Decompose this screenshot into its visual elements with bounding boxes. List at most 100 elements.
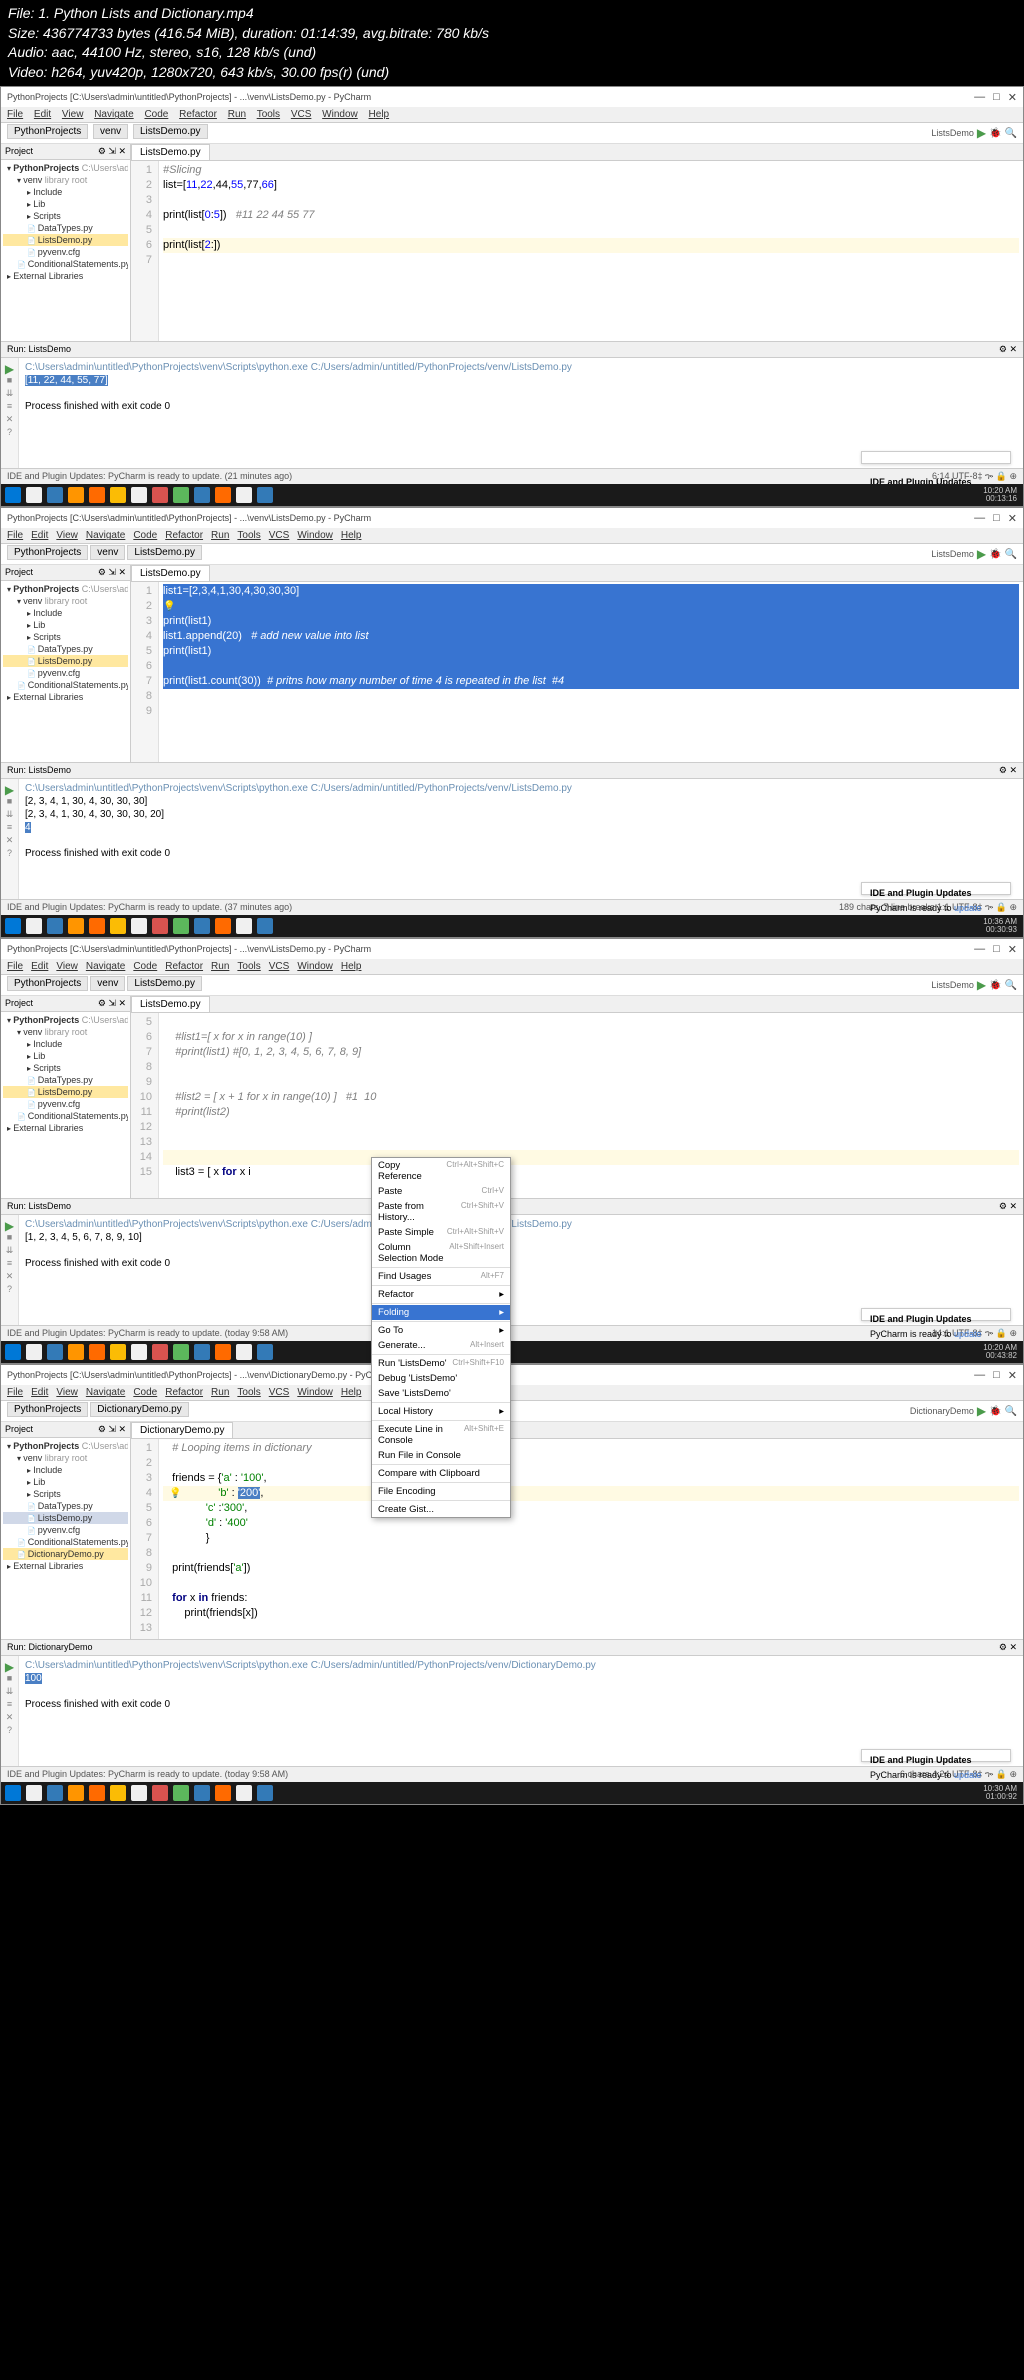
firefox-icon[interactable] xyxy=(68,487,84,503)
tree-venv[interactable]: venv library root xyxy=(3,174,128,186)
ctx-column-selection[interactable]: Column Selection ModeAlt+Shift+Insert xyxy=(372,1240,510,1266)
project-tree[interactable]: PythonProjects C:\Users\admin\untitled\P… xyxy=(1,160,130,284)
ctx-goto[interactable]: Go To▸ xyxy=(372,1323,510,1338)
search-icon[interactable]: 🔍 xyxy=(1005,128,1017,139)
window-title: PythonProjects [C:\Users\admin\untitled\… xyxy=(7,92,371,102)
app-icon-3[interactable] xyxy=(236,487,252,503)
edge-icon[interactable] xyxy=(47,487,63,503)
tree-listsdemo[interactable]: ListsDemo.py xyxy=(3,234,128,246)
ctx-paste[interactable]: PasteCtrl+V xyxy=(372,1184,510,1199)
menu-window[interactable]: Window xyxy=(322,109,358,120)
ctx-execute-line[interactable]: Execute Line in ConsoleAlt+Shift+E xyxy=(372,1422,510,1448)
intention-bulb-icon[interactable]: 💡 xyxy=(169,1488,181,1499)
menu-run[interactable]: Run xyxy=(228,109,246,120)
meta-file: File: 1. Python Lists and Dictionary.mp4 xyxy=(8,4,1016,24)
ctx-debug[interactable]: Debug 'ListsDemo' xyxy=(372,1371,510,1386)
window-controls: — □ ✕ xyxy=(974,91,1017,104)
menu-view[interactable]: View xyxy=(62,109,84,120)
word-icon[interactable] xyxy=(194,487,210,503)
project-label: Project xyxy=(5,146,33,157)
tree-include[interactable]: Include xyxy=(3,186,128,198)
taskbar: 10:20 AM00:13:16 xyxy=(1,484,1023,506)
ctx-folding[interactable]: Folding▸ xyxy=(372,1305,510,1320)
close-icon[interactable]: ✕ xyxy=(1008,91,1017,104)
folder-icon[interactable] xyxy=(131,487,147,503)
ctx-paste-simple[interactable]: Paste SimpleCtrl+Alt+Shift+V xyxy=(372,1225,510,1240)
run-button[interactable]: ▶ xyxy=(977,126,986,140)
code-lines-2[interactable]: list1=[2,3,4,1,30,4,30,30,30] 💡 print(li… xyxy=(159,582,1023,762)
run-toolbar: ListsDemo ▶ 🐞 🔍 xyxy=(931,126,1017,140)
ctx-compare-clipboard[interactable]: Compare with Clipboard xyxy=(372,1466,510,1481)
ctx-create-gist[interactable]: Create Gist... xyxy=(372,1502,510,1517)
run-config-selector[interactable]: ListsDemo xyxy=(931,128,974,138)
code-lines[interactable]: #Slicing list=[11,22,44,55,77,66] print(… xyxy=(159,161,1023,341)
console-output[interactable]: C:\Users\admin\untitled\PythonProjects\v… xyxy=(19,358,1023,468)
ctx-paste-history[interactable]: Paste from History...Ctrl+Shift+V xyxy=(372,1199,510,1225)
crumb-file[interactable]: ListsDemo.py xyxy=(133,124,208,139)
screenshot-1: PythonProjects [C:\Users\admin\untitled\… xyxy=(0,86,1024,507)
console-exit: Process finished with exit code 0 xyxy=(25,401,1017,414)
app-icon-2[interactable] xyxy=(152,487,168,503)
stop-icon[interactable]: ■ xyxy=(3,375,16,388)
excel-icon[interactable] xyxy=(173,487,189,503)
ctx-find-usages[interactable]: Find UsagesAlt+F7 xyxy=(372,1269,510,1284)
tree-scripts[interactable]: Scripts xyxy=(3,210,128,222)
context-menu[interactable]: Copy ReferenceCtrl+Alt+Shift+C PasteCtrl… xyxy=(371,1157,511,1518)
video-metadata: File: 1. Python Lists and Dictionary.mp4… xyxy=(0,0,1024,86)
project-panel: Project ⚙ ⇲ ✕ PythonProjects C:\Users\ad… xyxy=(1,144,131,341)
menu-tools[interactable]: Tools xyxy=(257,109,280,120)
maximize-icon[interactable]: □ xyxy=(993,91,1000,104)
project-panel-header: Project ⚙ ⇲ ✕ xyxy=(1,144,130,160)
ctx-local-history[interactable]: Local History▸ xyxy=(372,1404,510,1419)
breadcrumb-path: PythonProjects venv ListsDemo.py xyxy=(7,126,210,140)
cortana-icon[interactable] xyxy=(26,487,42,503)
rerun-icon[interactable]: ▶ xyxy=(3,362,16,375)
menu-bar: File Edit View Navigate Code Refactor Ru… xyxy=(1,107,1023,123)
minimize-icon[interactable]: — xyxy=(974,91,985,104)
tree-lib[interactable]: Lib xyxy=(3,198,128,210)
meta-size: Size: 436774733 bytes (416.54 MiB), dura… xyxy=(8,24,1016,44)
ctx-generate[interactable]: Generate...Alt+Insert xyxy=(372,1338,510,1353)
menu-code[interactable]: Code xyxy=(144,109,168,120)
menu-file[interactable]: File xyxy=(7,109,23,120)
menu-edit[interactable]: Edit xyxy=(34,109,51,120)
tree-conditional[interactable]: ConditionalStatements.py xyxy=(3,258,128,270)
tree-datatypes[interactable]: DataTypes.py xyxy=(3,222,128,234)
ctx-run[interactable]: Run 'ListsDemo'Ctrl+Shift+F10 xyxy=(372,1356,510,1371)
code-area[interactable]: 1234567 #Slicing list=[11,22,44,55,77,66… xyxy=(131,161,1023,341)
intention-bulb-icon[interactable]: 💡 xyxy=(163,601,175,612)
update-notification[interactable]: IDE and Plugin Updates PyCharm is ready … xyxy=(861,451,1011,464)
editor: ListsDemo.py 1234567 #Slicing list=[11,2… xyxy=(131,144,1023,341)
tree-root[interactable]: PythonProjects C:\Users\admin\untitled\P… xyxy=(3,162,128,174)
tree-pyvenv[interactable]: pyvenv.cfg xyxy=(3,246,128,258)
crumb-venv[interactable]: venv xyxy=(93,124,128,139)
panel-controls[interactable]: ⚙ ⇲ ✕ xyxy=(98,146,126,157)
meta-video: Video: h264, yuv420p, 1280x720, 643 kb/s… xyxy=(8,63,1016,83)
ctx-file-encoding[interactable]: File Encoding xyxy=(372,1484,510,1499)
console-controls[interactable]: ⚙ ✕ xyxy=(999,344,1017,355)
status-msg: IDE and Plugin Updates: PyCharm is ready… xyxy=(7,471,292,482)
app-icon[interactable] xyxy=(89,487,105,503)
chrome-icon[interactable] xyxy=(110,487,126,503)
ctx-run-file[interactable]: Run File in Console xyxy=(372,1448,510,1463)
crumb-project[interactable]: PythonProjects xyxy=(7,124,88,139)
ctx-refactor[interactable]: Refactor▸ xyxy=(372,1287,510,1302)
tree-external[interactable]: External Libraries xyxy=(3,270,128,282)
screenshot-4: PythonProjects [C:\Users\admin\untitled\… xyxy=(0,1364,1024,1805)
breadcrumb-bar: PythonProjects venv ListsDemo.py ListsDe… xyxy=(1,123,1023,144)
menu-help[interactable]: Help xyxy=(369,109,390,120)
menu-navigate[interactable]: Navigate xyxy=(94,109,133,120)
console-gutter: ▶ ■ ⇊≡✕? xyxy=(1,358,19,468)
app-icon-4[interactable] xyxy=(257,487,273,503)
menu-vcs[interactable]: VCS xyxy=(291,109,312,120)
start-icon[interactable] xyxy=(5,487,21,503)
ppt-icon[interactable] xyxy=(215,487,231,503)
tab-listsdemo[interactable]: ListsDemo.py xyxy=(131,144,210,160)
debug-button[interactable]: 🐞 xyxy=(989,128,1001,139)
ctx-copy-reference[interactable]: Copy ReferenceCtrl+Alt+Shift+C xyxy=(372,1158,510,1184)
menu-refactor[interactable]: Refactor xyxy=(179,109,217,120)
ctx-save[interactable]: Save 'ListsDemo' xyxy=(372,1386,510,1401)
taskbar-time[interactable]: 10:20 AM00:13:16 xyxy=(983,487,1017,503)
console-path: C:\Users\admin\untitled\PythonProjects\v… xyxy=(25,362,1017,375)
screenshot-2: PythonProjects [C:\Users\admin\untitled\… xyxy=(0,507,1024,938)
